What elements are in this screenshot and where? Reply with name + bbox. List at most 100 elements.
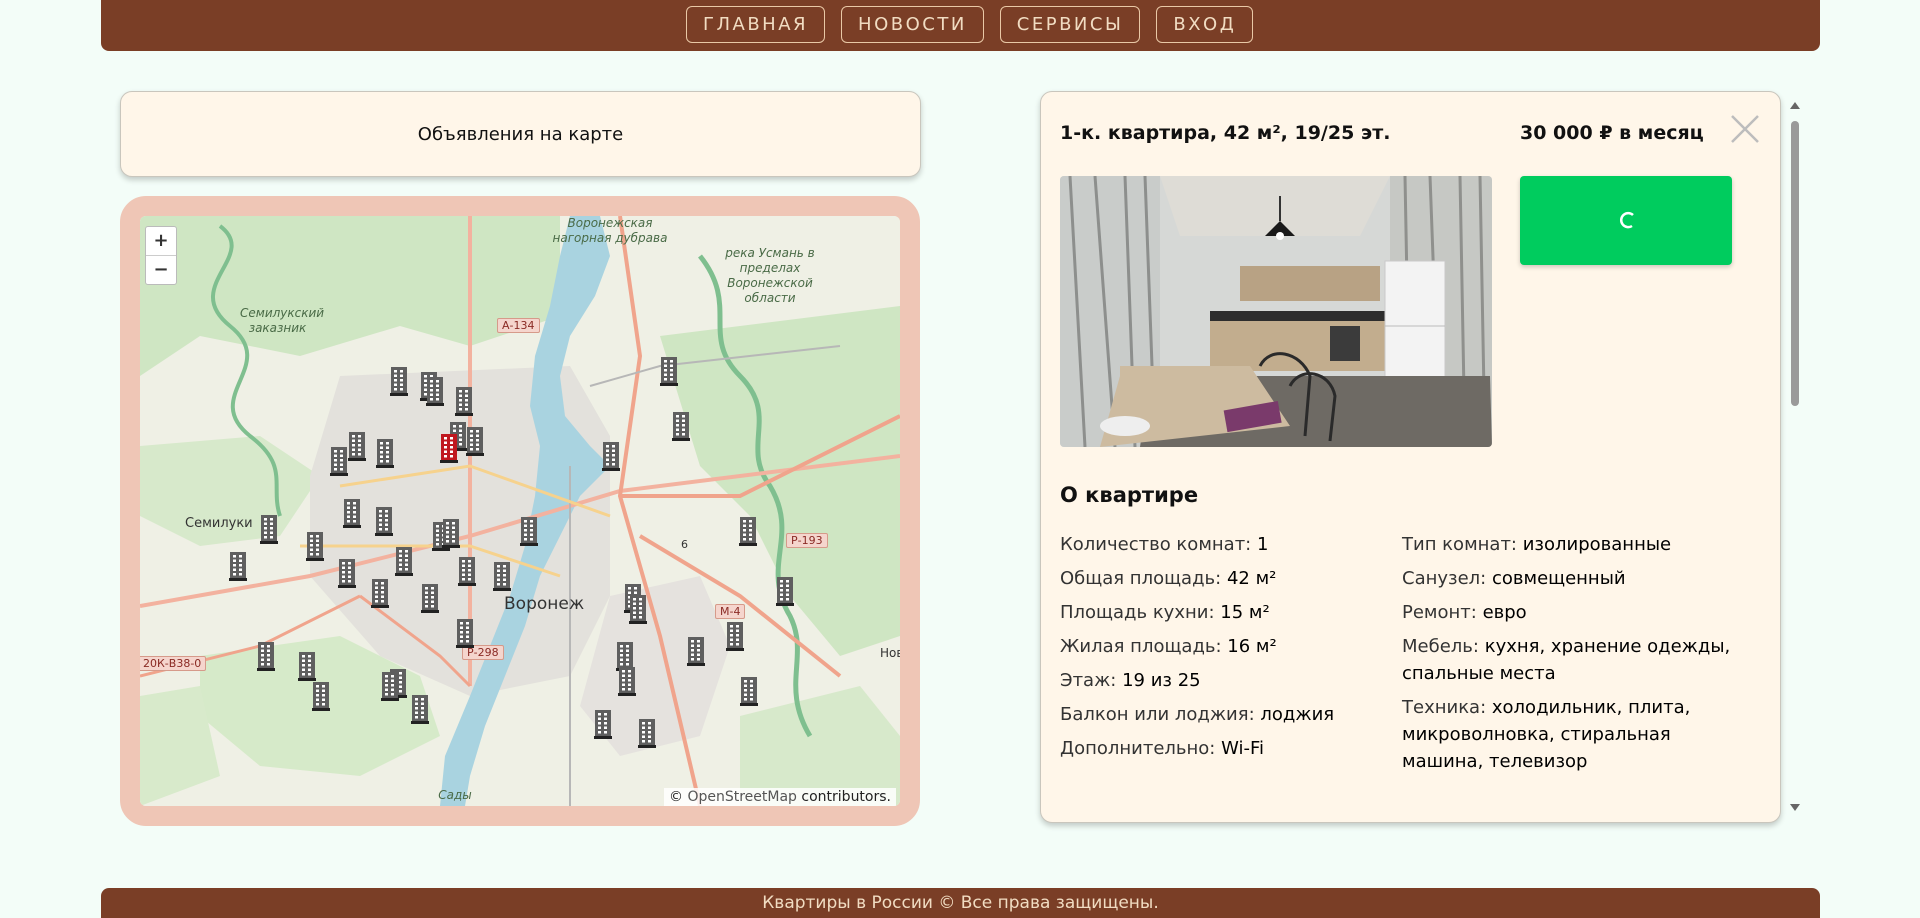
- road-six: 6: [681, 538, 688, 551]
- prop-key: Тип комнат:: [1402, 534, 1517, 555]
- prop-key: Дополнительно:: [1060, 738, 1216, 759]
- building-pin-icon[interactable]: [456, 618, 474, 648]
- selected-building-pin-icon[interactable]: [440, 433, 458, 463]
- scroll-down-arrow-icon[interactable]: [1790, 804, 1800, 811]
- attribution-copyright: ©: [669, 789, 684, 805]
- prop-key: Ремонт:: [1402, 602, 1477, 623]
- building-pin-icon[interactable]: [260, 514, 278, 544]
- building-pin-icon[interactable]: [381, 671, 399, 701]
- map-label-nov: Нов: [880, 646, 900, 660]
- map-label-sady: Сады: [438, 788, 472, 802]
- prop-key: Мебель:: [1402, 636, 1479, 657]
- prop-appliances: Техника: холодильник, плита, микроволнов…: [1402, 694, 1742, 775]
- prop-key: Площадь кухни:: [1060, 602, 1215, 623]
- building-pin-icon[interactable]: [390, 366, 408, 396]
- prop-key: Этаж:: [1060, 670, 1117, 691]
- building-pin-icon[interactable]: [493, 561, 511, 591]
- prop-value: 15 м²: [1220, 602, 1270, 623]
- building-pin-icon[interactable]: [672, 411, 690, 441]
- building-pin-icon[interactable]: [421, 583, 439, 613]
- building-pin-icon[interactable]: [466, 426, 484, 456]
- building-pin-icon[interactable]: [371, 578, 389, 608]
- building-pin-icon[interactable]: [343, 498, 361, 528]
- building-pin-icon[interactable]: [376, 438, 394, 468]
- prop-value: 42 м²: [1226, 568, 1277, 589]
- listings-map-header: Объявления на карте: [120, 91, 921, 177]
- prop-key: Количество комнат:: [1060, 534, 1252, 555]
- zoom-out-button[interactable]: −: [146, 256, 176, 284]
- building-pin-icon[interactable]: [298, 651, 316, 681]
- props-left-column: Количество комнат: 1 Общая площадь: 42 м…: [1060, 531, 1380, 769]
- kitchen-photo-image: [1060, 176, 1492, 447]
- nav-services-button[interactable]: СЕРВИСЫ: [999, 6, 1141, 43]
- building-pin-icon[interactable]: [638, 718, 656, 748]
- prop-room-type: Тип комнат: изолированные: [1402, 531, 1742, 558]
- openstreetmap-link[interactable]: OpenStreetMap: [687, 789, 796, 805]
- prop-living-area: Жилая площадь: 16 м²: [1060, 633, 1380, 660]
- close-icon[interactable]: [1728, 112, 1762, 146]
- building-pin-icon[interactable]: [229, 551, 247, 581]
- building-pin-icon[interactable]: [629, 594, 647, 624]
- prop-value: 19 из 25: [1122, 670, 1201, 691]
- building-pin-icon[interactable]: [257, 641, 275, 671]
- building-pin-icon[interactable]: [375, 506, 393, 536]
- nav-login-button[interactable]: ВХОД: [1156, 6, 1254, 43]
- map-attribution: © OpenStreetMap contributors.: [664, 788, 896, 806]
- prop-floor: Этаж: 19 из 25: [1060, 667, 1380, 694]
- building-pin-icon[interactable]: [660, 356, 678, 386]
- building-pin-icon[interactable]: [739, 516, 757, 546]
- listing-title: 1-к. квартира, 42 м², 19/25 эт.: [1060, 122, 1391, 144]
- zoom-control: + −: [145, 226, 177, 285]
- prop-value: лоджия: [1260, 704, 1335, 725]
- listing-detail-panel: 1-к. квартира, 42 м², 19/25 эт. 30 000 ₽…: [1040, 91, 1781, 823]
- building-pin-icon[interactable]: [348, 431, 366, 461]
- footer-text: Квартиры в России © Все права защищены.: [762, 893, 1159, 913]
- building-pin-icon[interactable]: [740, 676, 758, 706]
- scroll-up-arrow-icon[interactable]: [1790, 102, 1800, 109]
- road-m4: М-4: [715, 604, 746, 619]
- building-pin-icon[interactable]: [395, 546, 413, 576]
- nav-home-button[interactable]: ГЛАВНАЯ: [686, 6, 826, 43]
- building-pin-icon[interactable]: [455, 386, 473, 416]
- building-pin-icon[interactable]: [411, 694, 429, 724]
- prop-value: 1: [1256, 534, 1269, 555]
- map-view[interactable]: Воронежская нагорная дубрава река Усмань…: [140, 216, 900, 806]
- prop-key: Общая площадь:: [1060, 568, 1222, 589]
- scrollbar-thumb[interactable]: [1791, 121, 1799, 406]
- building-pin-icon[interactable]: [776, 576, 794, 606]
- building-pin-icon[interactable]: [618, 666, 636, 696]
- show-contact-button[interactable]: [1520, 176, 1732, 265]
- prop-key: Балкон или лоджия:: [1060, 704, 1255, 725]
- attribution-suffix: contributors.: [801, 789, 891, 805]
- zoom-in-button[interactable]: +: [146, 227, 176, 256]
- listing-photo[interactable]: [1060, 176, 1492, 447]
- prop-value: совмещенный: [1491, 568, 1626, 589]
- map-label-semiluki: Семилуки: [185, 516, 253, 531]
- prop-total-area: Общая площадь: 42 м²: [1060, 565, 1380, 592]
- prop-value: 16 м²: [1227, 636, 1277, 657]
- building-pin-icon[interactable]: [442, 518, 460, 548]
- building-pin-icon[interactable]: [687, 636, 705, 666]
- building-pin-icon[interactable]: [306, 531, 324, 561]
- nav-news-button[interactable]: НОВОСТИ: [841, 6, 984, 43]
- building-pin-icon[interactable]: [726, 621, 744, 651]
- building-pin-icon[interactable]: [312, 681, 330, 711]
- panel-scrollbar[interactable]: [1787, 96, 1803, 820]
- prop-renovation: Ремонт: евро: [1402, 599, 1742, 626]
- building-pin-icon[interactable]: [330, 446, 348, 476]
- building-pin-icon[interactable]: [602, 441, 620, 471]
- main-nav: ГЛАВНАЯ НОВОСТИ СЕРВИСЫ ВХОД: [686, 6, 1254, 43]
- building-pin-icon[interactable]: [426, 376, 444, 406]
- building-pin-icon[interactable]: [520, 516, 538, 546]
- prop-bathroom: Санузел: совмещенный: [1402, 565, 1742, 592]
- map-frame: Воронежская нагорная дубрава река Усмань…: [120, 196, 920, 826]
- building-pin-icon[interactable]: [458, 556, 476, 586]
- building-pin-icon[interactable]: [338, 558, 356, 588]
- map-label-usman: река Усмань в пределах Воронежской облас…: [725, 246, 815, 305]
- road-r193: Р-193: [786, 533, 828, 548]
- building-pin-icon[interactable]: [594, 709, 612, 739]
- prop-furniture: Мебель: кухня, хранение одежды, спальные…: [1402, 633, 1742, 687]
- road-a134: А-134: [497, 318, 540, 333]
- prop-kitchen-area: Площадь кухни: 15 м²: [1060, 599, 1380, 626]
- prop-value: Wi-Fi: [1221, 738, 1265, 759]
